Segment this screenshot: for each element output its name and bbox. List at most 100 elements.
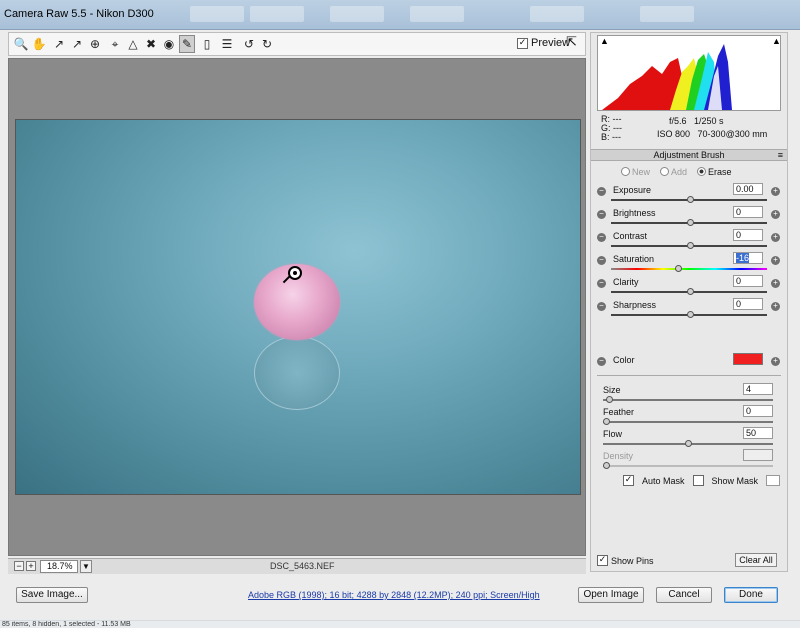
adjustment-thumb[interactable]: [674, 265, 682, 272]
target-adjust-icon[interactable]: ⊕: [87, 35, 103, 53]
adjustment-value[interactable]: 0: [733, 229, 763, 241]
minus-icon[interactable]: −: [597, 256, 606, 265]
adjustment-thumb[interactable]: [687, 311, 694, 318]
zoom-dropdown-icon[interactable]: ▼: [80, 560, 92, 573]
adjustment-track[interactable]: [611, 268, 767, 270]
highlight-clip-icon[interactable]: ▲: [772, 36, 780, 46]
brush-row: Size 4: [603, 383, 775, 407]
lens: 70-300@300 mm: [697, 129, 768, 139]
minus-icon[interactable]: −: [597, 210, 606, 219]
brush-thumb[interactable]: [685, 440, 692, 447]
color-label: Color: [613, 355, 635, 365]
rotate-cw-icon[interactable]: ↻: [259, 35, 275, 53]
auto-mask-label: Auto Mask: [642, 475, 685, 486]
mode-erase[interactable]: Erase: [697, 167, 732, 177]
plus-icon[interactable]: +: [771, 187, 780, 196]
adjustment-row: − Contrast 0 +: [597, 229, 781, 253]
color-minus-icon[interactable]: −: [597, 357, 606, 366]
image-canvas[interactable]: [8, 58, 586, 556]
droplet-reflection: [254, 336, 340, 410]
fullscreen-icon[interactable]: ⇱: [566, 35, 577, 50]
panel-title: Adjustment Brush: [653, 150, 725, 160]
adjustment-label: Saturation: [613, 254, 655, 264]
brush-track[interactable]: [603, 421, 773, 423]
plus-icon[interactable]: +: [771, 279, 780, 288]
aperture: f/5.6: [669, 116, 687, 126]
graduated-filter-icon[interactable]: ▯: [199, 35, 215, 53]
brush-thumb[interactable]: [603, 462, 610, 469]
minus-icon[interactable]: −: [597, 279, 606, 288]
save-image-button[interactable]: Save Image...: [16, 587, 88, 603]
show-pins-toggle[interactable]: ✓ Show Pins: [597, 555, 654, 566]
plus-icon[interactable]: +: [771, 210, 780, 219]
brush-track[interactable]: [603, 465, 773, 467]
plus-icon[interactable]: +: [771, 256, 780, 265]
shutter-speed: 1/250 s: [694, 116, 724, 126]
panel-header: Adjustment Brush ≡: [591, 149, 787, 161]
photo[interactable]: [15, 119, 581, 495]
blurred-tab: [330, 6, 384, 22]
brush-value[interactable]: 0: [743, 405, 773, 417]
brush-track[interactable]: [603, 399, 773, 401]
brush-thumb[interactable]: [606, 396, 614, 403]
red-eye-icon[interactable]: ◉: [161, 35, 177, 53]
color-sampler-icon[interactable]: ↗: [69, 35, 85, 53]
adjustment-label: Brightness: [613, 208, 656, 218]
os-status-bar: 85 items, 8 hidden, 1 selected - 11.53 M…: [0, 621, 800, 628]
adjustment-value[interactable]: -16: [733, 252, 763, 264]
plus-icon[interactable]: +: [771, 302, 780, 311]
adjustment-value[interactable]: 0: [733, 206, 763, 218]
mask-color-swatch[interactable]: [766, 475, 781, 486]
zoom-level[interactable]: 18.7%: [40, 560, 78, 573]
file-name: DSC_5463.NEF: [270, 561, 335, 571]
hand-tool-icon[interactable]: ✋: [31, 35, 47, 53]
adjustment-label: Sharpness: [613, 300, 657, 310]
adjustment-thumb[interactable]: [687, 219, 694, 226]
cancel-button[interactable]: Cancel: [656, 587, 712, 603]
brush-label: Size: [603, 385, 621, 395]
adjustment-value[interactable]: 0.00: [733, 183, 763, 195]
minus-icon[interactable]: −: [597, 233, 606, 242]
blurred-tab: [530, 6, 584, 22]
minus-icon[interactable]: −: [597, 187, 606, 196]
brush-row: Density: [603, 449, 775, 473]
mode-add: Add: [660, 167, 687, 177]
crop-icon[interactable]: ⌖: [107, 35, 123, 53]
adjustment-value[interactable]: 0: [733, 298, 763, 310]
white-balance-icon[interactable]: ↗: [51, 35, 67, 53]
spot-removal-icon[interactable]: ✖: [143, 35, 159, 53]
preview-checkbox[interactable]: ✓: [517, 37, 528, 49]
show-pins-checkbox[interactable]: ✓: [597, 555, 608, 566]
adjustment-thumb[interactable]: [687, 242, 694, 249]
preview-toggle[interactable]: ✓ Preview: [517, 37, 570, 49]
brush-value[interactable]: 50: [743, 427, 773, 439]
zoom-tool-icon[interactable]: 🔍: [13, 35, 29, 53]
show-mask-checkbox[interactable]: [692, 475, 704, 486]
rotate-ccw-icon[interactable]: ↺: [241, 35, 257, 53]
zoom-in-button[interactable]: +: [26, 561, 36, 571]
straighten-icon[interactable]: △: [125, 35, 141, 53]
preferences-icon[interactable]: ☰: [219, 35, 235, 53]
panel-menu-icon[interactable]: ≡: [778, 150, 783, 161]
done-button[interactable]: Done: [724, 587, 778, 603]
auto-mask-checkbox[interactable]: ✓: [623, 475, 634, 486]
dialog-footer: Save Image... Adobe RGB (1998); 16 bit; …: [0, 582, 800, 616]
brush-value[interactable]: 4: [743, 383, 773, 395]
adjustment-pin-icon[interactable]: [288, 266, 302, 280]
clear-all-button[interactable]: Clear All: [735, 553, 777, 567]
window-title: Camera Raw 5.5 - Nikon D300: [4, 8, 154, 20]
adjustment-thumb[interactable]: [687, 288, 694, 295]
camera-raw-dialog: 🔍 ✋ ↗ ↗ ⊕ ⌖ △ ✖ ◉ ✎ ▯ ☰ ↺ ↻ ✓ Preview ⇱ …: [0, 30, 800, 620]
workflow-options-link[interactable]: Adobe RGB (1998); 16 bit; 4288 by 2848 (…: [248, 590, 540, 600]
zoom-out-button[interactable]: −: [14, 561, 24, 571]
brush-thumb[interactable]: [603, 418, 610, 425]
shadow-clip-icon[interactable]: ▲: [600, 36, 609, 46]
plus-icon[interactable]: +: [771, 233, 780, 242]
open-image-button[interactable]: Open Image: [578, 587, 644, 603]
color-swatch[interactable]: [733, 353, 763, 365]
color-plus-icon[interactable]: +: [771, 357, 780, 366]
adjustment-brush-icon[interactable]: ✎: [179, 35, 195, 53]
minus-icon[interactable]: −: [597, 302, 606, 311]
adjustment-value[interactable]: 0: [733, 275, 763, 287]
adjustment-thumb[interactable]: [687, 196, 694, 203]
